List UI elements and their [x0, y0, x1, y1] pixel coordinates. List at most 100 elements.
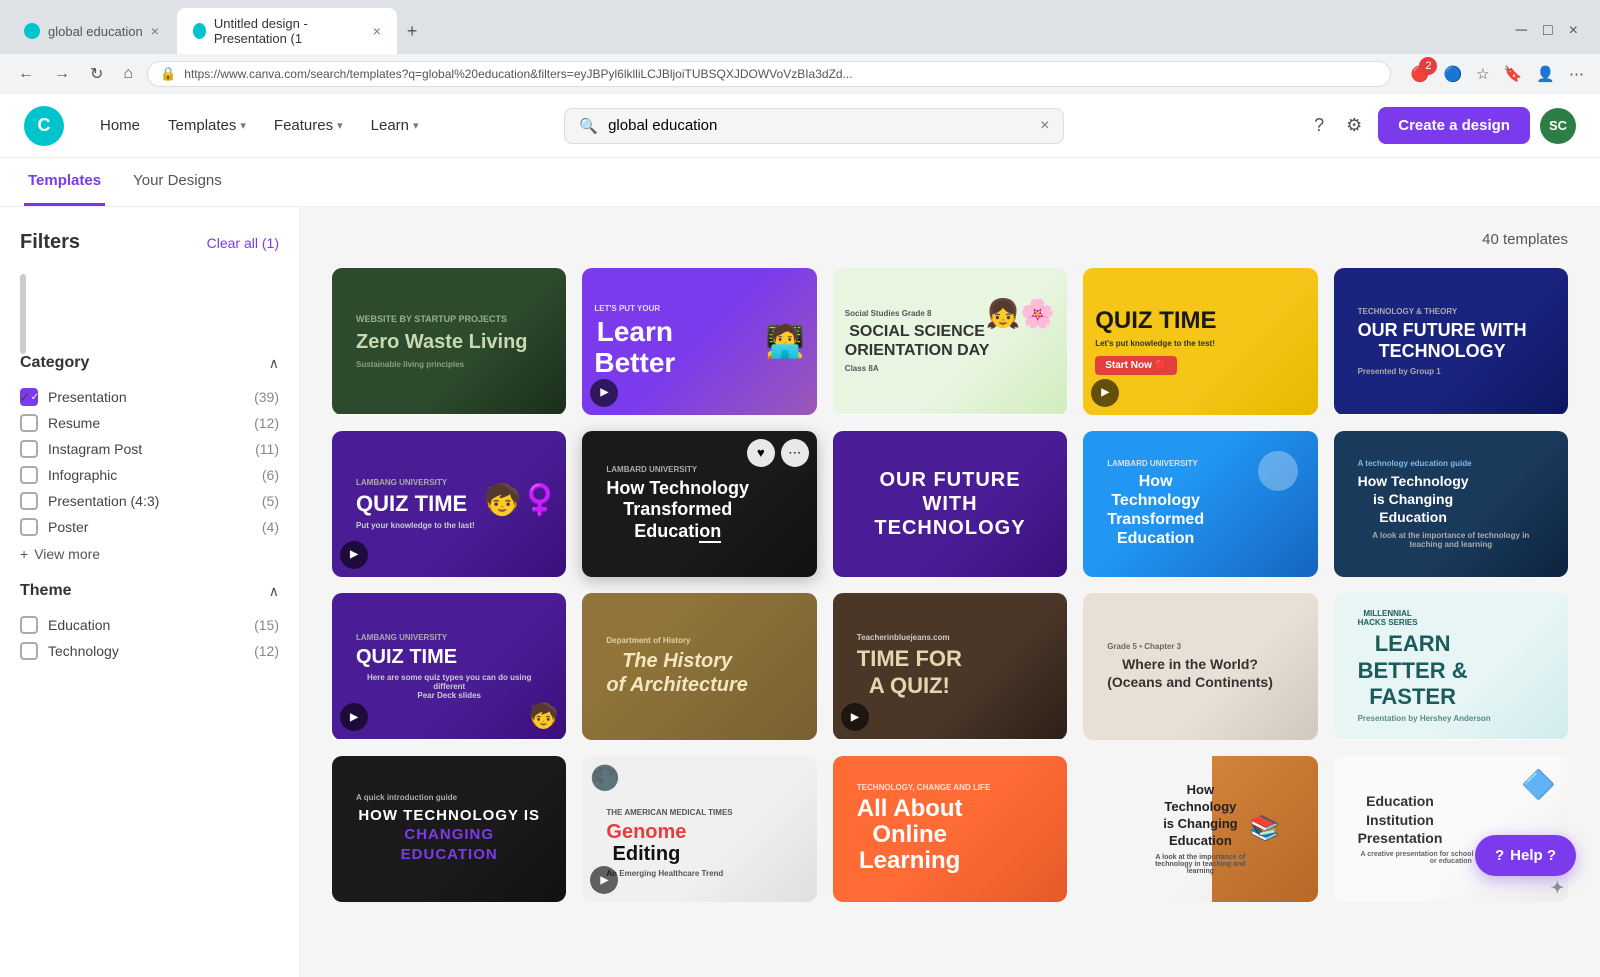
scroll-thumb[interactable] [20, 274, 26, 354]
nav-learn[interactable]: Learn ▾ [359, 109, 431, 142]
maximize-button[interactable]: □ [1537, 18, 1559, 44]
theme-chevron-icon: ∧ [269, 583, 279, 600]
tab-label-1: global education [48, 24, 143, 39]
nav-features-label: Features [274, 117, 333, 134]
avatar[interactable]: SC [1540, 108, 1576, 144]
template-card-7[interactable]: LAMBARD UNIVERSITY How TechnologyTransfo… [582, 431, 816, 578]
theme-section-header[interactable]: Theme ∧ [20, 582, 279, 600]
profile-icon[interactable]: 👤 [1532, 61, 1559, 87]
filter-resume[interactable]: Resume (12) [20, 410, 279, 436]
filter-education[interactable]: Education (15) [20, 612, 279, 638]
template-card-11[interactable]: LAMBANG UNIVERSITY QUIZ TIME Here are so… [332, 593, 566, 740]
help-fab-button[interactable]: ? Help ? [1475, 835, 1576, 876]
presentation43-checkbox[interactable] [20, 492, 38, 510]
template-card-10[interactable]: A technology education guide How Technol… [1334, 431, 1568, 578]
template-thumbnail-8: OUR FUTUREWITH TECHNOLOGY [833, 431, 1067, 577]
close-window-button[interactable]: × [1563, 18, 1584, 44]
search-input[interactable] [608, 117, 1030, 134]
instagram-checkbox[interactable] [20, 440, 38, 458]
bookmark-icon[interactable]: 🔖 [1500, 61, 1527, 87]
template-card-16[interactable]: A quick introduction guide HOW TECHNOLOG… [332, 756, 566, 903]
template-card-3[interactable]: Social Studies Grade 8 SOCIAL SCIENCEORI… [833, 268, 1067, 415]
favorites-icon[interactable]: ☆ [1472, 61, 1493, 87]
search-clear-button[interactable]: × [1040, 117, 1049, 135]
category-section-header[interactable]: Category ∧ [20, 354, 279, 372]
resume-checkbox[interactable] [20, 414, 38, 432]
new-tab-button[interactable]: + [399, 17, 426, 46]
technology-checkbox[interactable] [20, 642, 38, 660]
sub-nav: Templates Your Designs [0, 158, 1600, 207]
search-bar[interactable]: 🔍 × [564, 108, 1064, 144]
filter-presentation-43[interactable]: Presentation (4:3) (5) [20, 488, 279, 514]
nav-learn-label: Learn [371, 117, 409, 134]
template-card-12[interactable]: Department of History The Historyof Arch… [582, 593, 816, 740]
more-options-icon[interactable]: ⋯ [1565, 61, 1588, 87]
forward-button[interactable]: → [48, 61, 76, 87]
clear-all-button[interactable]: Clear all (1) [207, 235, 279, 251]
template-card-2[interactable]: LET'S PUT YOUR LearnBetter 🧑‍💻 ▶ [582, 268, 816, 415]
tab-1[interactable]: global education × [8, 15, 175, 47]
template-card-8[interactable]: OUR FUTUREWITH TECHNOLOGY [833, 431, 1067, 578]
education-count: (15) [254, 617, 279, 633]
filter-poster[interactable]: Poster (4) [20, 514, 279, 540]
template-card-4[interactable]: QUIZ TIME Let's put knowledge to the tes… [1083, 268, 1317, 415]
sub-nav-your-designs[interactable]: Your Designs [129, 158, 226, 206]
filter-technology[interactable]: Technology (12) [20, 638, 279, 664]
back-button[interactable]: ← [12, 61, 40, 87]
template-card-1[interactable]: WEBSITE BY STARTUP PROJECTS Zero Waste L… [332, 268, 566, 415]
tab-close-2[interactable]: × [373, 23, 381, 39]
template-thumbnail-12: Department of History The Historyof Arch… [582, 593, 816, 740]
address-bar[interactable]: 🔒 [147, 61, 1391, 87]
presentation-checkbox[interactable]: ✓ [20, 388, 38, 406]
nav-features[interactable]: Features ▾ [262, 109, 355, 142]
canva-logo[interactable]: C [24, 106, 64, 146]
browser-controls: ← → ↻ ⌂ 🔒 🔴 2 🔵 ☆ 🔖 👤 ⋯ [0, 54, 1600, 94]
presentation43-count: (5) [262, 493, 279, 509]
home-button[interactable]: ⌂ [117, 61, 139, 87]
template-card-20[interactable]: 🔷 ✦ EducationInstitutionPresentation A c… [1334, 756, 1568, 903]
reload-button[interactable]: ↻ [84, 60, 109, 88]
create-design-button[interactable]: Create a design [1378, 107, 1530, 144]
header-actions: ? ⚙ Create a design SC [1308, 107, 1576, 144]
filter-instagram[interactable]: Instagram Post (11) [20, 436, 279, 462]
sub-nav-templates[interactable]: Templates [24, 158, 105, 206]
tab-favicon-2 [193, 23, 206, 39]
template-card-5[interactable]: TECHNOLOGY & THEORY OUR FUTURE WITHTECHN… [1334, 268, 1568, 415]
template-card-9[interactable]: LAMBARD UNIVERSITY HowTechnologyTransfor… [1083, 431, 1317, 578]
tab-label-2: Untitled design - Presentation (1 [214, 16, 365, 46]
template-card-6[interactable]: LAMBANG UNIVERSITY QUIZ TIME Put your kn… [332, 431, 566, 578]
more-button-7[interactable]: ⋯ [781, 439, 809, 467]
help-icon-button[interactable]: ? [1308, 109, 1330, 142]
filters-header: Filters Clear all (1) [20, 231, 279, 254]
minimize-button[interactable]: ─ [1510, 18, 1533, 44]
tab-bar: global education × Untitled design - Pre… [0, 0, 1600, 54]
heart-button-7[interactable]: ♥ [747, 439, 775, 467]
view-more-label: View more [34, 546, 100, 562]
address-input[interactable] [184, 67, 1378, 81]
features-chevron-icon: ▾ [337, 119, 343, 132]
template-card-14[interactable]: Grade 5 • Chapter 3 Where in the World?(… [1083, 593, 1317, 740]
template-card-13[interactable]: Teacherinbluejeans.com TIME FORA QUIZ! ▶ [833, 593, 1067, 740]
sidebar: Filters Clear all (1) Category ∧ ✓ Prese… [0, 207, 300, 977]
template-card-19[interactable]: 📚 How Technologyis ChangingEducation A l… [1083, 756, 1317, 903]
browser-extras: 🔴 2 🔵 ☆ 🔖 👤 ⋯ [1407, 61, 1588, 87]
template-card-15[interactable]: MILLENNIALHACKS SERIES LEARNBETTER &FAST… [1334, 593, 1568, 740]
education-checkbox[interactable] [20, 616, 38, 634]
template-card-18[interactable]: TECHNOLOGY, CHANGE AND LIFE All AboutOnl… [833, 756, 1067, 903]
template-thumbnail-20: 🔷 ✦ EducationInstitutionPresentation A c… [1334, 756, 1568, 902]
canva-extension-icon[interactable]: 🔵 [1439, 61, 1466, 87]
infographic-checkbox[interactable] [20, 466, 38, 484]
nav-templates[interactable]: Templates ▾ [156, 109, 258, 142]
theme-title: Theme [20, 582, 72, 600]
nav-home[interactable]: Home [88, 109, 152, 142]
filter-presentation[interactable]: ✓ Presentation (39) [20, 384, 279, 410]
view-more-button[interactable]: + View more [20, 546, 279, 562]
template-card-17[interactable]: THE AMERICAN MEDICAL TIMES GenomeEditing… [582, 756, 816, 903]
tab-2[interactable]: Untitled design - Presentation (1 × [177, 8, 397, 54]
category-chevron-icon: ∧ [269, 355, 279, 372]
filter-infographic[interactable]: Infographic (6) [20, 462, 279, 488]
main-nav: Home Templates ▾ Features ▾ Learn ▾ [88, 109, 431, 142]
poster-checkbox[interactable] [20, 518, 38, 536]
tab-close-1[interactable]: × [151, 23, 159, 39]
settings-icon-button[interactable]: ⚙ [1340, 109, 1368, 142]
